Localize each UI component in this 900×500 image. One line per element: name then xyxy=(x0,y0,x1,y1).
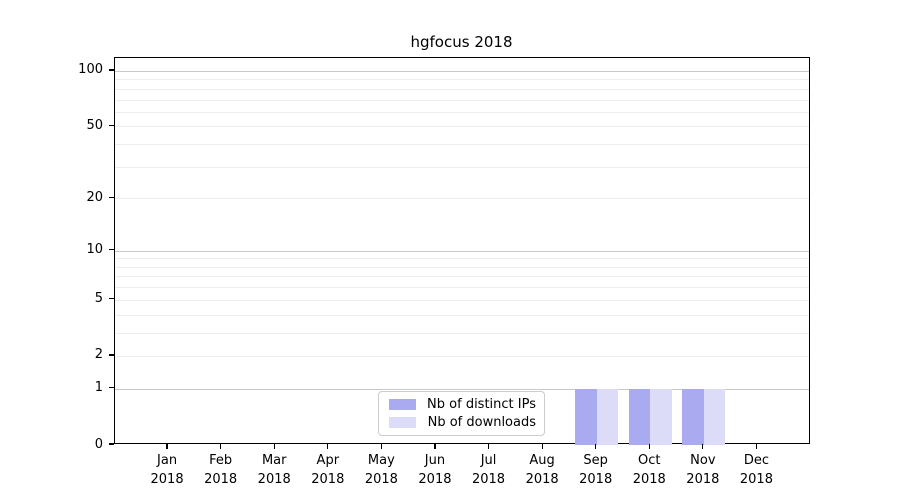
y-tick-label: 10 xyxy=(63,243,103,256)
y-tick-label: 5 xyxy=(63,292,103,305)
y-tick-label: 100 xyxy=(63,63,103,76)
y-tick-mark xyxy=(109,69,114,70)
major-gridline xyxy=(115,251,810,252)
minor-gridline xyxy=(115,144,810,145)
y-tick-label: 20 xyxy=(63,191,103,204)
x-tick-mark xyxy=(649,444,650,449)
x-tick-mark xyxy=(595,444,596,449)
x-tick-mark xyxy=(702,444,703,449)
bar-distinct-ips-nov xyxy=(682,389,703,445)
x-tick-mark xyxy=(327,444,328,449)
x-tick-mark xyxy=(488,444,489,449)
legend-swatch-downloads xyxy=(389,417,416,428)
bar-downloads-nov xyxy=(704,389,725,445)
figure: hgfocus 2018 Nb of distinct IPs Nb of do… xyxy=(0,0,900,500)
bar-distinct-ips-sep xyxy=(575,389,596,445)
minor-gridline xyxy=(115,258,810,259)
minor-gridline xyxy=(115,100,810,101)
minor-gridline xyxy=(115,112,810,113)
y-tick-label: 50 xyxy=(63,119,103,132)
x-tick-mark xyxy=(381,444,382,449)
y-tick-mark xyxy=(109,249,114,250)
minor-gridline xyxy=(115,167,810,168)
legend-label-downloads: Nb of downloads xyxy=(416,415,536,430)
minor-gridline xyxy=(115,276,810,277)
minor-gridline xyxy=(115,126,810,127)
major-gridline xyxy=(115,71,810,72)
minor-gridline xyxy=(115,333,810,334)
minor-gridline xyxy=(115,267,810,268)
x-tick-mark xyxy=(542,444,543,449)
minor-gridline xyxy=(115,198,810,199)
legend-swatch-distinct-ips xyxy=(389,399,416,410)
x-tick-mark xyxy=(220,444,221,449)
minor-gridline xyxy=(115,287,810,288)
y-tick-mark xyxy=(109,197,114,198)
y-tick-mark xyxy=(109,298,114,299)
bar-downloads-oct xyxy=(650,389,671,445)
y-tick-mark xyxy=(109,387,114,388)
minor-gridline xyxy=(115,79,810,80)
bar-distinct-ips-oct xyxy=(629,389,650,445)
y-tick-mark xyxy=(109,443,114,444)
legend: Nb of distinct IPs Nb of downloads xyxy=(378,391,545,436)
y-tick-mark xyxy=(109,354,114,355)
minor-gridline xyxy=(115,300,810,301)
minor-gridline xyxy=(115,356,810,357)
minor-gridline xyxy=(115,315,810,316)
plot-area xyxy=(114,57,811,444)
y-tick-label: 0 xyxy=(63,438,103,451)
minor-gridline xyxy=(115,89,810,90)
x-tick-mark xyxy=(166,444,167,449)
x-tick-label-dec: Dec 2018 xyxy=(721,452,791,490)
y-tick-label: 1 xyxy=(63,381,103,394)
legend-entry-distinct-ips: Nb of distinct IPs xyxy=(387,397,536,412)
x-tick-mark xyxy=(434,444,435,449)
chart-title: hgfocus 2018 xyxy=(113,33,810,51)
y-tick-mark xyxy=(109,125,114,126)
legend-entry-downloads: Nb of downloads xyxy=(387,415,536,430)
legend-label-distinct-ips: Nb of distinct IPs xyxy=(416,397,536,412)
x-tick-mark xyxy=(274,444,275,449)
y-tick-label: 2 xyxy=(63,348,103,361)
x-tick-mark xyxy=(756,444,757,449)
bar-downloads-sep xyxy=(597,389,618,445)
